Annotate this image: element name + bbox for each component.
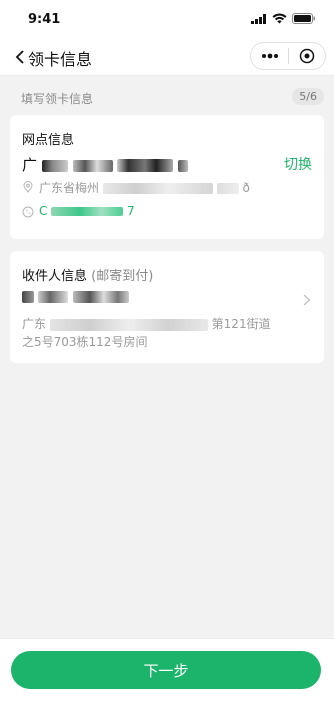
redacted-block: [38, 291, 69, 303]
next-step-button[interactable]: 下一步: [11, 651, 321, 689]
outlet-phone[interactable]: C 7: [39, 204, 135, 218]
recipient-card-title: 收件人信息 (邮寄到付): [22, 265, 153, 284]
recipient-address-mid: 第121街道: [211, 317, 271, 331]
recipient-name: [22, 289, 129, 305]
recipient-address-prefix: 广东: [22, 317, 47, 331]
chevron-right-icon: [303, 294, 311, 306]
mini-program-capsule: [250, 42, 326, 70]
outlet-name: 广: [22, 154, 189, 175]
location-pin-icon: [23, 181, 33, 193]
outlet-name-text: 广: [22, 156, 38, 174]
section-header: 填写领卡信息 5/6: [0, 76, 334, 110]
status-icons: [251, 13, 316, 24]
target-close-icon: [299, 48, 315, 64]
redacted-block: [22, 291, 34, 303]
status-time: 9:41: [28, 12, 61, 27]
battery-icon: [292, 13, 315, 24]
outlet-address-prefix: 广东省梅州: [39, 181, 100, 195]
recipient-title-text: 收件人信息: [22, 269, 88, 284]
step-indicator: 5/6: [292, 88, 324, 105]
redacted-block: [41, 159, 68, 172]
status-bar: 9:41: [0, 0, 334, 38]
signal-icon: [251, 13, 266, 24]
outlet-card-title: 网点信息: [22, 133, 75, 148]
recipient-subtitle: (邮寄到付): [91, 269, 154, 284]
redacted-block: [102, 183, 213, 194]
redacted-block: [117, 159, 174, 172]
recipient-card[interactable]: 收件人信息 (邮寄到付) 广东 第121街道 之5号703栋112号房间: [10, 251, 324, 363]
redacted-block: [72, 159, 113, 172]
redacted-block: [178, 159, 189, 172]
outlet-card: 网点信息 广 切换 广东省梅州 ð C 7: [10, 115, 324, 239]
wifi-icon: [272, 13, 287, 24]
redacted-block: [51, 207, 124, 216]
redacted-block: [216, 183, 239, 194]
switch-outlet-link[interactable]: 切换: [284, 154, 312, 174]
outlet-address-suffix: ð: [242, 181, 250, 195]
recipient-address: 广东 第121街道 之5号703栋112号房间: [22, 315, 292, 351]
more-button[interactable]: [251, 43, 288, 69]
outlet-phone-prefix: C: [39, 204, 48, 218]
recipient-address-line2: 之5号703栋112号房间: [22, 335, 148, 349]
navbar: 领卡信息: [0, 38, 334, 76]
redacted-block: [72, 291, 129, 303]
section-label: 填写领卡信息: [21, 92, 94, 106]
close-button[interactable]: [289, 43, 325, 69]
outlet-address: 广东省梅州 ð: [39, 179, 250, 196]
page-title: 领卡信息: [28, 50, 93, 69]
bottom-bar: 下一步: [0, 638, 334, 711]
phone-icon: [22, 206, 34, 218]
redacted-block: [49, 318, 208, 331]
outlet-phone-suffix: 7: [127, 204, 135, 218]
more-dots-icon: [261, 53, 278, 59]
